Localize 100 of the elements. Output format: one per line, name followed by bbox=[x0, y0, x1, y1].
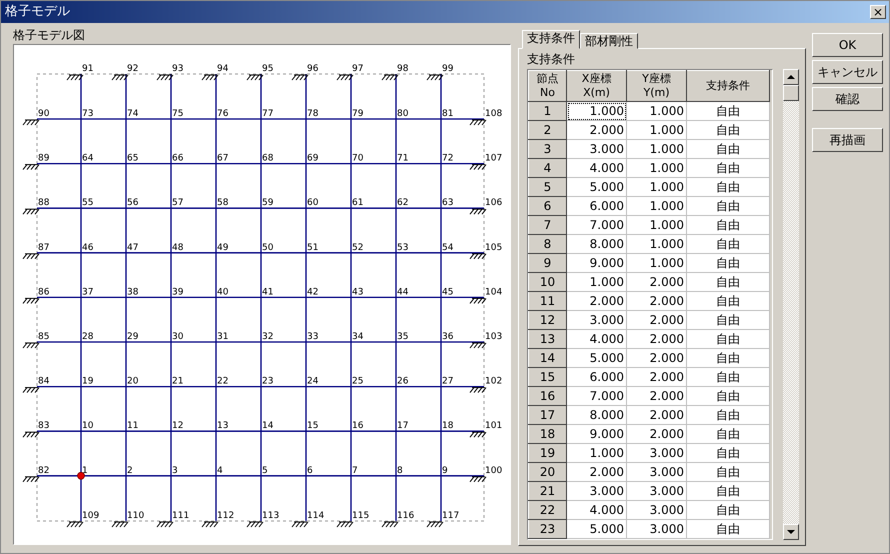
table-cell[interactable]: 2.000 bbox=[566, 292, 626, 310]
table-cell[interactable]: 6.000 bbox=[566, 368, 626, 386]
table-cell[interactable]: 2.000 bbox=[626, 310, 686, 330]
table-cell[interactable]: 自由 bbox=[686, 520, 770, 538]
table-cell[interactable]: 1.000 bbox=[626, 234, 686, 254]
dialog-button[interactable]: キャンセル bbox=[812, 60, 883, 84]
support-icon bbox=[156, 74, 174, 80]
support-icon bbox=[156, 522, 174, 528]
node-label: 76 bbox=[217, 109, 228, 119]
table-cell[interactable]: 5.000 bbox=[566, 348, 626, 368]
table-cell[interactable]: 自由 bbox=[686, 178, 770, 196]
table-cell[interactable]: 4.000 bbox=[566, 500, 626, 520]
table-cell[interactable]: 1.000 bbox=[626, 196, 686, 216]
table-cell[interactable]: 1.000 bbox=[566, 102, 626, 120]
table-cell[interactable]: 自由 bbox=[686, 120, 770, 140]
table-cell[interactable]: 自由 bbox=[686, 482, 770, 500]
scrollbar[interactable] bbox=[783, 69, 799, 540]
tab[interactable]: 支持条件 bbox=[522, 30, 580, 49]
table-cell[interactable]: 自由 bbox=[686, 310, 770, 330]
table-cell[interactable]: 自由 bbox=[686, 254, 770, 272]
table-cell[interactable]: 自由 bbox=[686, 216, 770, 234]
close-button[interactable]: × bbox=[870, 5, 886, 19]
scroll-down-button[interactable] bbox=[783, 524, 799, 540]
table-cell[interactable]: 7.000 bbox=[566, 216, 626, 234]
table-cell[interactable]: 1.000 bbox=[626, 254, 686, 272]
table-cell[interactable]: 自由 bbox=[686, 196, 770, 216]
table-cell[interactable]: 1.000 bbox=[626, 140, 686, 158]
table-cell[interactable]: 3.000 bbox=[626, 482, 686, 500]
table-cell[interactable]: 4.000 bbox=[566, 158, 626, 178]
node-label: 103 bbox=[485, 332, 502, 342]
column-header: X座標 X(m) bbox=[566, 70, 626, 102]
table-cell[interactable]: 7.000 bbox=[566, 386, 626, 406]
table-cell[interactable]: 2.000 bbox=[566, 462, 626, 482]
table-cell[interactable]: 2.000 bbox=[626, 330, 686, 348]
table-cell[interactable]: 自由 bbox=[686, 368, 770, 386]
table-cell[interactable]: 2.000 bbox=[626, 386, 686, 406]
table-cell[interactable]: 1.000 bbox=[626, 178, 686, 196]
table-cell[interactable]: 2.000 bbox=[626, 272, 686, 292]
scroll-up-button[interactable] bbox=[783, 69, 799, 85]
row-header: 23 bbox=[528, 520, 566, 538]
node-label: 70 bbox=[352, 154, 364, 164]
table-cell[interactable]: 1.000 bbox=[566, 444, 626, 462]
node-label: 84 bbox=[38, 376, 50, 387]
table-cell[interactable]: 自由 bbox=[686, 158, 770, 178]
scroll-thumb[interactable] bbox=[783, 85, 799, 101]
table-cell[interactable]: 9.000 bbox=[566, 254, 626, 272]
table-cell[interactable]: 自由 bbox=[686, 292, 770, 310]
table-cell[interactable]: 自由 bbox=[686, 140, 770, 158]
table-cell[interactable]: 2.000 bbox=[626, 424, 686, 444]
table-cell[interactable]: 4.000 bbox=[566, 330, 626, 348]
node-label: 18 bbox=[442, 421, 454, 432]
tab[interactable]: 部材剛性 bbox=[580, 33, 638, 49]
table-cell[interactable]: 3.000 bbox=[566, 310, 626, 330]
table-cell[interactable]: 自由 bbox=[686, 462, 770, 482]
table-cell[interactable]: 9.000 bbox=[566, 424, 626, 444]
dialog-button[interactable]: 確認 bbox=[812, 87, 883, 111]
table-cell[interactable]: 2.000 bbox=[626, 292, 686, 310]
table-cell[interactable]: 自由 bbox=[686, 272, 770, 292]
table-cell[interactable]: 3.000 bbox=[626, 444, 686, 462]
table-cell[interactable]: 2.000 bbox=[626, 406, 686, 424]
redraw-button[interactable]: 再描画 bbox=[812, 128, 883, 152]
node-label: 83 bbox=[38, 421, 50, 432]
node-label: 75 bbox=[172, 109, 184, 119]
table-cell[interactable]: 5.000 bbox=[566, 178, 626, 196]
node-label: 93 bbox=[172, 64, 184, 74]
node-label: 77 bbox=[262, 109, 274, 119]
table-cell[interactable]: 自由 bbox=[686, 406, 770, 424]
node-label: 97 bbox=[352, 64, 364, 74]
table-cell[interactable]: 1.000 bbox=[626, 216, 686, 234]
support-icon bbox=[246, 74, 264, 80]
table-cell[interactable]: 6.000 bbox=[566, 196, 626, 216]
table-cell[interactable]: 3.000 bbox=[566, 140, 626, 158]
table-cell[interactable]: 1.000 bbox=[566, 272, 626, 292]
table-cell[interactable]: 1.000 bbox=[626, 158, 686, 178]
row-header: 8 bbox=[528, 234, 566, 254]
support-icon bbox=[292, 74, 308, 80]
table-cell[interactable]: 自由 bbox=[686, 500, 770, 520]
table-cell[interactable]: 1.000 bbox=[626, 102, 686, 120]
table-cell[interactable]: 3.000 bbox=[566, 482, 626, 500]
table-cell[interactable]: 1.000 bbox=[626, 120, 686, 140]
table-cell[interactable]: 自由 bbox=[686, 234, 770, 254]
table-cell[interactable]: 2.000 bbox=[626, 368, 686, 386]
table-cell[interactable]: 2.000 bbox=[626, 348, 686, 368]
dialog-button[interactable]: OK bbox=[812, 33, 883, 57]
table-cell[interactable]: 自由 bbox=[686, 424, 770, 444]
table-cell[interactable]: 自由 bbox=[686, 386, 770, 406]
table-cell[interactable]: 8.000 bbox=[566, 406, 626, 424]
node-label: 3 bbox=[172, 466, 178, 476]
table-cell[interactable]: 2.000 bbox=[566, 120, 626, 140]
table-cell[interactable]: 3.000 bbox=[626, 462, 686, 482]
table-cell[interactable]: 8.000 bbox=[566, 234, 626, 254]
table-cell[interactable]: 自由 bbox=[686, 102, 770, 120]
table-cell[interactable]: 自由 bbox=[686, 348, 770, 368]
table-cell[interactable]: 3.000 bbox=[626, 520, 686, 538]
table-cell[interactable]: 自由 bbox=[686, 330, 770, 348]
table-cell[interactable]: 5.000 bbox=[566, 520, 626, 538]
table-cell[interactable]: 自由 bbox=[686, 444, 770, 462]
support-icon bbox=[22, 164, 40, 170]
table-cell[interactable]: 3.000 bbox=[626, 500, 686, 520]
node-label: 22 bbox=[217, 376, 228, 387]
